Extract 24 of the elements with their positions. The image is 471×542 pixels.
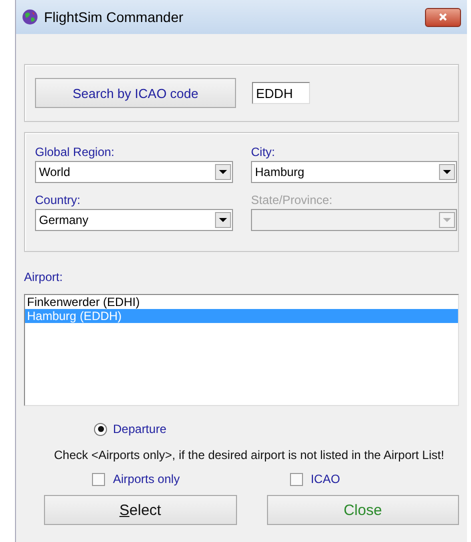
checkbox-label: Airports only [113, 472, 180, 486]
dropdown[interactable]: Germany [35, 209, 233, 231]
close-dialog-button[interactable]: Close [266, 495, 459, 525]
field-label: City: [251, 145, 276, 159]
globe-icon [22, 9, 38, 25]
field-label: Country: [35, 193, 82, 207]
checkbox[interactable] [290, 472, 303, 486]
window-title: FlightSim Commander [44, 9, 184, 25]
close-button[interactable] [425, 8, 461, 26]
field-label: Global Region: [35, 145, 116, 159]
radio-button[interactable] [94, 422, 107, 436]
dropdown[interactable]: Hamburg [251, 161, 457, 183]
hint-text: Check <Airports only>, if the desired airport is not listed in the Airport List! [53, 448, 444, 462]
field-label: State/Province: [251, 193, 334, 207]
icao-field[interactable]: EDDH [252, 82, 310, 104]
list-item[interactable]: Finkenwerder (EDHI) [25, 295, 458, 309]
checkbox-label: ICAO [310, 472, 340, 486]
select-button[interactable]: Select [44, 495, 236, 525]
search-button[interactable]: Search by ICAO code [35, 78, 236, 108]
close-icon [438, 12, 448, 22]
field-label: Airport: [24, 270, 63, 284]
dropdown[interactable]: World [35, 161, 233, 183]
radio-label: Departure [113, 422, 166, 436]
checkbox[interactable] [92, 472, 105, 486]
